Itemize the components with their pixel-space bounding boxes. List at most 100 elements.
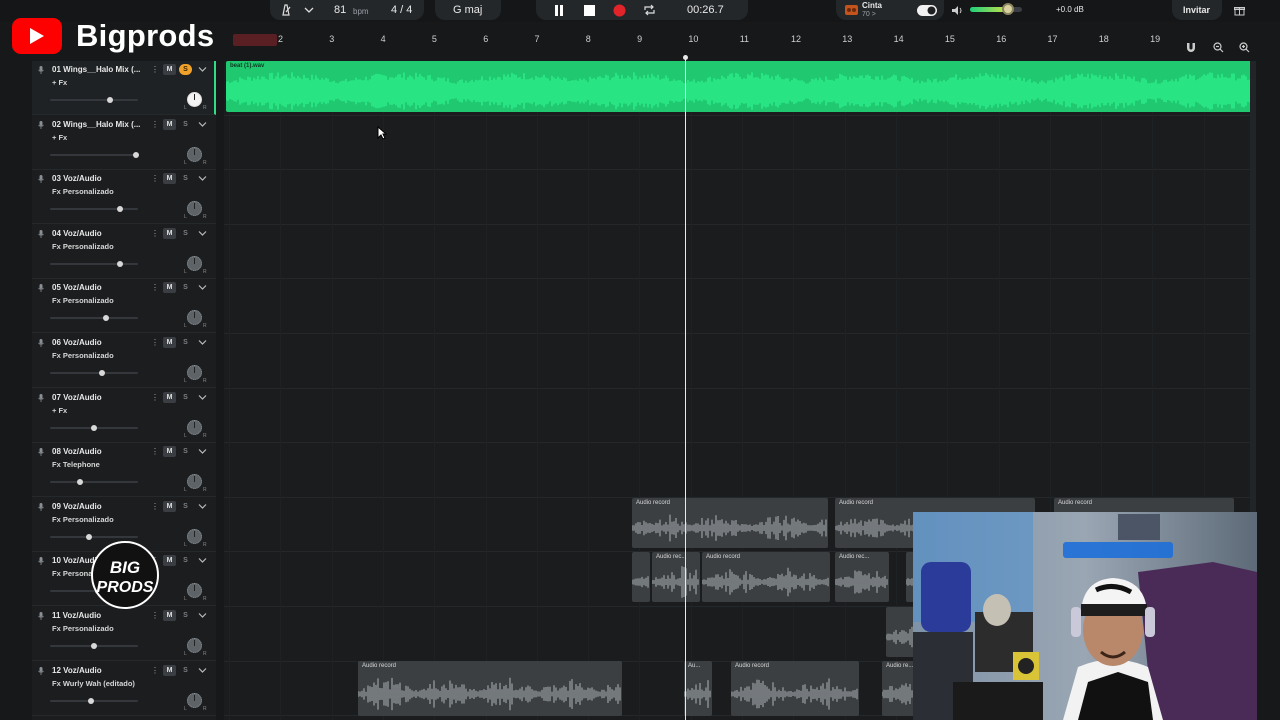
track-fx[interactable]: + Fx (52, 133, 67, 142)
more-icon[interactable]: ⋮ (151, 283, 159, 292)
gift-icon[interactable] (1230, 2, 1248, 18)
timeline-ruler[interactable]: 2 3 4 5 6 7 8 9 10 11 12 13 14 15 16 17 18 19 (224, 33, 1256, 47)
audio-clip[interactable] (886, 607, 916, 657)
mute-button[interactable]: M (163, 337, 176, 348)
pan-knob[interactable] (187, 310, 202, 326)
track-fx[interactable]: + Fx (52, 78, 67, 87)
mute-button[interactable]: M (163, 227, 176, 239)
solo-button[interactable]: S (179, 555, 192, 566)
track-name[interactable]: 03 Voz/Audio (52, 174, 147, 183)
track-header[interactable]: 07 Voz/Audio + Fx ⋮ M S L R (32, 389, 216, 443)
metronome-icon[interactable] (277, 2, 295, 18)
record-icon[interactable] (610, 2, 628, 18)
volume-thumb[interactable] (117, 260, 124, 267)
track-name[interactable]: 12 Voz/Audio (52, 666, 147, 675)
chevron-down-icon[interactable] (198, 448, 207, 455)
mute-button[interactable]: M (163, 555, 176, 567)
audio-clip[interactable]: Audio record (358, 661, 622, 716)
track-volume-slider[interactable] (50, 643, 138, 649)
key-selector[interactable]: G maj (453, 4, 482, 16)
mute-button[interactable]: M (163, 282, 176, 294)
tape-icon[interactable] (842, 2, 860, 18)
mute-button[interactable]: M (163, 610, 176, 621)
track-header[interactable]: 08 Voz/Audio Fx Telephone ⋮ M S L R (32, 443, 216, 498)
track-fx[interactable]: Fx Personalizado (52, 187, 114, 196)
track-name[interactable]: 08 Voz/Audio (52, 447, 147, 456)
pan-knob[interactable] (187, 201, 202, 217)
track-fx[interactable]: Fx Telephone (52, 460, 100, 469)
pan-knob[interactable] (187, 255, 202, 271)
zoom-in-icon[interactable] (1236, 40, 1252, 54)
mute-button[interactable]: M (163, 118, 176, 130)
track-fx[interactable]: Fx Personalizado (52, 296, 114, 305)
volume-thumb[interactable] (91, 643, 97, 649)
loop-icon[interactable] (640, 2, 658, 18)
solo-button[interactable]: S (179, 337, 192, 348)
track-name[interactable]: 09 Voz/Audio (52, 502, 147, 511)
chevron-down-icon[interactable] (198, 394, 207, 401)
track-fx[interactable]: Fx Wurly Wah (editado) (52, 679, 135, 688)
mute-button[interactable]: M (163, 64, 176, 75)
zoom-out-icon[interactable] (1210, 40, 1226, 54)
more-icon[interactable]: ⋮ (151, 447, 159, 456)
track-header[interactable]: 06 Voz/Audio Fx Personalizado ⋮ M S L R (32, 334, 216, 388)
track-header[interactable]: 04 Voz/Audio Fx Personalizado ⋮ M S L R (32, 225, 216, 279)
pan-knob[interactable] (187, 474, 202, 490)
magnet-icon[interactable] (1183, 40, 1199, 54)
volume-thumb[interactable] (88, 697, 95, 704)
audio-clip[interactable]: Audio rec... (835, 552, 889, 602)
track-header[interactable]: 03 Voz/Audio Fx Personalizado ⋮ M S L R (32, 170, 216, 225)
solo-button[interactable]: S (179, 446, 192, 457)
pan-knob[interactable] (187, 583, 202, 599)
track-name[interactable]: 11 Voz/Audio (52, 611, 147, 620)
track-volume-slider[interactable] (50, 697, 138, 704)
mute-button[interactable]: M (163, 173, 176, 185)
more-icon[interactable]: ⋮ (151, 666, 159, 675)
pan-knob[interactable] (187, 92, 202, 107)
track-header[interactable]: 01 Wings__Halo Mix (... + Fx ⋮ M S L R (32, 61, 216, 115)
pan-knob[interactable] (187, 528, 202, 544)
solo-button[interactable]: S (179, 64, 192, 75)
pan-knob[interactable] (187, 146, 202, 162)
pause-icon[interactable] (550, 2, 568, 18)
audio-clip[interactable] (632, 552, 650, 602)
mute-button[interactable]: M (163, 446, 176, 458)
track-name[interactable]: 06 Voz/Audio (52, 338, 147, 347)
chevron-down-icon[interactable] (198, 667, 207, 674)
volume-thumb[interactable] (98, 370, 105, 376)
playhead[interactable] (685, 56, 686, 720)
track-volume-slider[interactable] (50, 97, 138, 103)
pan-knob[interactable] (187, 638, 202, 653)
solo-button[interactable]: S (179, 392, 192, 403)
more-icon[interactable]: ⋮ (151, 393, 159, 402)
tape-label[interactable]: Cinta (862, 1, 882, 10)
more-icon[interactable]: ⋮ (151, 611, 159, 620)
bpm-value[interactable]: 81 (334, 4, 346, 16)
invite-button[interactable]: Invitar (1183, 5, 1210, 15)
speaker-icon[interactable] (948, 2, 966, 18)
chevron-down-icon[interactable] (198, 557, 207, 564)
audio-clip[interactable]: Audio record (731, 661, 859, 716)
time-signature[interactable]: 4 / 4 (391, 4, 412, 16)
track-fx[interactable]: + Fx (52, 406, 67, 415)
mute-button[interactable]: M (163, 664, 176, 676)
track-name[interactable]: 07 Voz/Audio (52, 393, 147, 402)
volume-thumb[interactable] (133, 151, 140, 158)
more-icon[interactable]: ⋮ (151, 502, 159, 511)
track-volume-slider[interactable] (50, 533, 138, 540)
chevron-down-icon[interactable] (198, 339, 207, 346)
audio-clip[interactable]: Au... (684, 661, 712, 716)
track-name[interactable]: 05 Voz/Audio (52, 283, 147, 292)
stop-icon[interactable] (580, 2, 598, 18)
mute-button[interactable]: M (163, 391, 176, 403)
more-icon[interactable]: ⋮ (151, 229, 159, 238)
chevron-down-icon[interactable] (300, 2, 318, 18)
volume-thumb[interactable] (103, 315, 110, 322)
solo-button[interactable]: S (179, 610, 192, 621)
track-fx[interactable]: Fx Personalizado (52, 624, 114, 633)
more-icon[interactable]: ⋮ (151, 338, 159, 347)
chevron-down-icon[interactable] (198, 66, 207, 73)
track-volume-slider[interactable] (50, 370, 138, 376)
track-fx[interactable]: Fx Personalizado (52, 515, 114, 524)
volume-thumb[interactable] (91, 424, 97, 431)
